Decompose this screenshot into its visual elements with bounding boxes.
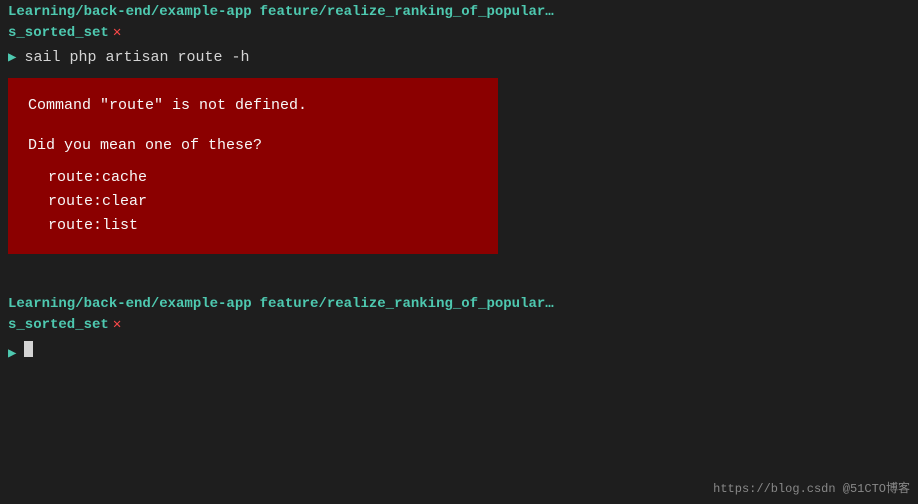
prompt-suffix-2: s_sorted_set bbox=[8, 317, 109, 333]
error-question: Did you mean one of these? bbox=[28, 134, 478, 158]
command-line-1: ▶ sail php artisan route -h bbox=[0, 45, 918, 70]
error-title: Command "route" is not defined. bbox=[28, 94, 478, 118]
cursor-line: ▶ bbox=[0, 337, 918, 366]
watermark: https://blog.csdn @51CTO博客 bbox=[713, 479, 910, 496]
prompt-line-1: Learning/back-end/example-app feature/re… bbox=[0, 0, 918, 24]
error-suggestion-1: route:cache bbox=[28, 166, 478, 190]
command-text-1: sail php artisan route -h bbox=[24, 49, 249, 66]
prompt-subline-2: s_sorted_set ✕ bbox=[0, 316, 918, 337]
error-suggestions: route:cache route:clear route:list bbox=[28, 166, 478, 238]
prompt-suffix-1: s_sorted_set bbox=[8, 25, 109, 41]
error-suggestion-3: route:list bbox=[28, 214, 478, 238]
error-box: Command "route" is not defined. Did you … bbox=[8, 78, 498, 254]
prompt-subline-1: s_sorted_set ✕ bbox=[0, 24, 918, 45]
terminal: Learning/back-end/example-app feature/re… bbox=[0, 0, 918, 504]
prompt-arrow-1: ▶ bbox=[8, 49, 16, 66]
prompt-path-1: Learning/back-end/example-app bbox=[8, 4, 252, 20]
error-suggestion-2: route:clear bbox=[28, 190, 478, 214]
prompt-branch-1: feature/realize_ranking_of_popular… bbox=[260, 4, 554, 20]
prompt-x-1: ✕ bbox=[113, 24, 121, 41]
prompt-path-2: Learning/back-end/example-app bbox=[8, 296, 252, 312]
cursor bbox=[24, 341, 33, 357]
prompt-x-2: ✕ bbox=[113, 316, 121, 333]
prompt-branch-2: feature/realize_ranking_of_popular… bbox=[260, 296, 554, 312]
prompt-line-2: Learning/back-end/example-app feature/re… bbox=[0, 292, 918, 316]
prompt-arrow-2: ▶ bbox=[8, 345, 16, 362]
